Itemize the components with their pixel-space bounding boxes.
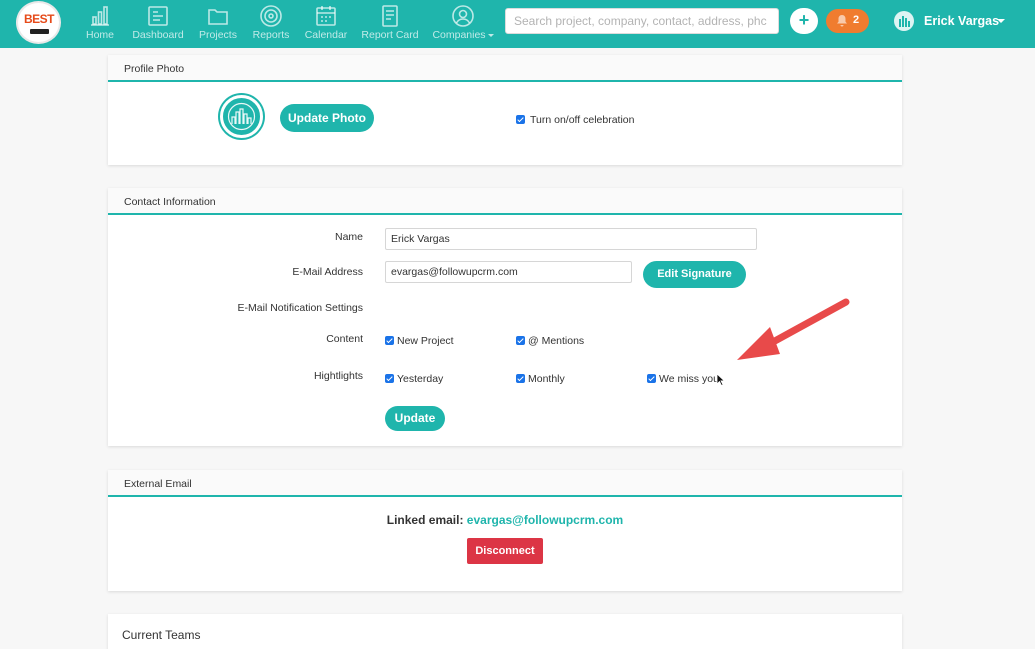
we-miss-you-label: We miss you	[659, 373, 719, 385]
new-project-checkbox[interactable]	[385, 336, 394, 345]
edit-signature-button[interactable]: Edit Signature	[643, 261, 746, 288]
brand-logo[interactable]: BEST	[16, 1, 61, 44]
profile-photo-title: Profile Photo	[108, 55, 902, 82]
nav-calendar[interactable]: Calendar	[303, 4, 349, 44]
bell-icon	[837, 15, 847, 27]
avatar	[894, 11, 914, 31]
update-button[interactable]: Update	[385, 406, 445, 431]
celebration-label: Turn on/off celebration	[530, 114, 635, 126]
current-teams-card: Current Teams	[108, 614, 902, 649]
folder-icon	[208, 9, 228, 25]
chevron-down-icon	[487, 33, 494, 37]
contact-information-title: Contact Information	[108, 188, 902, 215]
top-navbar: BEST Home Dashboard Projects Reports Cal…	[0, 0, 1035, 48]
name-label: Name	[334, 231, 363, 243]
user-circle-icon	[452, 5, 474, 27]
mouse-cursor-icon	[716, 373, 726, 387]
current-teams-title: Current Teams	[122, 628, 201, 642]
yesterday-checkbox[interactable]	[385, 374, 394, 383]
external-email-card: External Email Linked email: evargas@fol…	[108, 470, 902, 591]
nav-reports-label: Reports	[252, 29, 290, 41]
dashboard-icon	[148, 6, 168, 26]
nav-dashboard-label: Dashboard	[132, 29, 184, 41]
linked-email-label: Linked email:	[386, 513, 464, 527]
notifications-button[interactable]: 2	[826, 9, 869, 33]
profile-photo-card: Profile Photo Update Photo Turn on/off c…	[108, 55, 902, 165]
notification-count: 2	[853, 14, 860, 26]
bar-chart-icon	[91, 6, 109, 26]
user-name: Erick Vargas	[924, 14, 1000, 28]
nav-home-label: Home	[85, 29, 114, 41]
logo-text: BEST	[23, 12, 55, 26]
email-notification-settings-label: E-Mail Notification Settings	[237, 302, 363, 314]
mentions-label: @ Mentions	[528, 335, 585, 347]
nav-projects[interactable]: Projects	[197, 4, 239, 44]
mentions-checkbox[interactable]	[516, 336, 525, 345]
contact-information-card: Contact Information Name E-Mail Address …	[108, 188, 902, 446]
search-input[interactable]	[506, 9, 778, 33]
calendar-icon	[316, 6, 336, 26]
add-button[interactable]: +	[790, 8, 818, 34]
monthly-label: Monthly	[528, 373, 565, 385]
name-input[interactable]	[386, 229, 756, 249]
nav-companies-label: Companies	[432, 29, 486, 41]
new-project-label: New Project	[397, 335, 454, 347]
external-email-title: External Email	[108, 470, 902, 497]
content-label: Content	[326, 333, 363, 345]
celebration-checkbox[interactable]	[516, 115, 525, 124]
nav-reports[interactable]: Reports	[251, 4, 291, 44]
logo-bar	[30, 29, 49, 34]
yesterday-label: Yesterday	[397, 373, 444, 385]
linked-email-line: Linked email: evargas@followupcrm.com	[108, 513, 902, 527]
target-icon	[260, 5, 282, 27]
update-photo-button[interactable]: Update Photo	[280, 104, 374, 132]
disconnect-button[interactable]: Disconnect	[467, 538, 543, 564]
name-field[interactable]	[385, 228, 757, 250]
linked-email-value[interactable]: evargas@followupcrm.com	[467, 513, 623, 527]
nav-calendar-label: Calendar	[304, 29, 348, 41]
nav-home[interactable]: Home	[85, 4, 115, 44]
email-input[interactable]	[386, 262, 631, 282]
email-label: E-Mail Address	[292, 266, 363, 278]
search-bar[interactable]	[505, 8, 779, 34]
skyline-icon	[227, 102, 256, 131]
profile-avatar	[220, 95, 263, 138]
chevron-down-icon	[997, 19, 1005, 23]
report-card-icon	[382, 5, 398, 27]
we-miss-you-checkbox[interactable]	[647, 374, 656, 383]
skyline-icon	[899, 16, 910, 27]
monthly-checkbox[interactable]	[516, 374, 525, 383]
nav-projects-label: Projects	[199, 29, 237, 41]
nav-report-card-label: Report Card	[361, 29, 419, 41]
highlights-label: Hightlights	[313, 370, 363, 382]
nav-report-card[interactable]: Report Card	[360, 4, 420, 44]
nav-dashboard[interactable]: Dashboard	[131, 4, 185, 44]
nav-companies[interactable]: Companies	[432, 4, 494, 44]
email-field[interactable]	[385, 261, 632, 283]
